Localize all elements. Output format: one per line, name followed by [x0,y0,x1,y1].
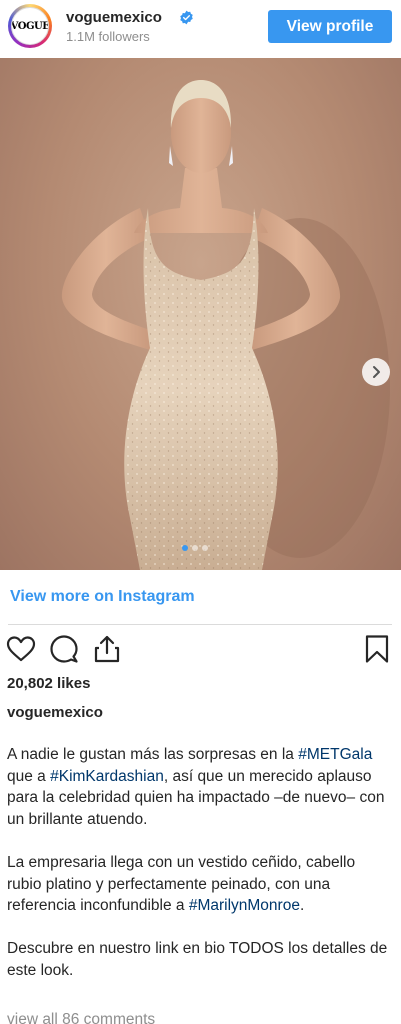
caption-text: que a [7,767,51,785]
share-icon[interactable] [92,634,122,664]
verified-badge-icon [180,10,193,25]
heart-icon[interactable] [6,634,36,664]
caption-paragraph: A nadie le gustan más las sorpresas en l… [7,744,391,830]
hashtag-link[interactable]: #KimKardashian [50,768,164,785]
like-count[interactable]: 20,802 likes [7,675,90,692]
carousel-dot [182,545,188,551]
post-header: VOGUE voguemexico 1.1M followers View pr… [0,0,401,58]
caption-paragraph: La empresaria llega con un vestido ceñid… [7,852,391,917]
hashtag-link[interactable]: #MarilynMonroe [189,897,300,914]
avatar[interactable]: VOGUE [8,4,52,48]
divider [8,624,392,625]
post-photo[interactable] [0,58,401,570]
follower-count: 1.1M followers [66,29,150,44]
caption-text: . [299,897,305,915]
avatar-logo-text: VOGUE [11,20,49,32]
caption-text: Descubre en nuestro link en bio TODOS lo… [7,940,388,979]
caption-paragraph: Descubre en nuestro link en bio TODOS lo… [7,938,391,981]
bookmark-icon[interactable] [362,634,392,664]
view-profile-button[interactable]: View profile [268,10,392,43]
account-name[interactable]: voguemexico [66,9,162,26]
carousel-dot [202,545,208,551]
view-more-link[interactable]: View more on Instagram [10,588,195,606]
chevron-right-icon [373,366,380,378]
post-caption: A nadie le gustan más las sorpresas en l… [7,744,391,1003]
carousel-next-button[interactable] [362,358,390,386]
view-comments-link[interactable]: view all 86 comments [7,1011,155,1024]
caption-text: A nadie le gustan más las sorpresas en l… [7,746,299,763]
post-photo-illustration [61,80,390,570]
carousel-dot [192,545,198,551]
caption-username[interactable]: voguemexico [7,704,103,721]
hashtag-link[interactable]: #METGala [298,746,372,763]
comment-icon[interactable] [49,634,79,664]
avatar-image: VOGUE [11,7,49,45]
carousel-indicator [182,545,208,551]
